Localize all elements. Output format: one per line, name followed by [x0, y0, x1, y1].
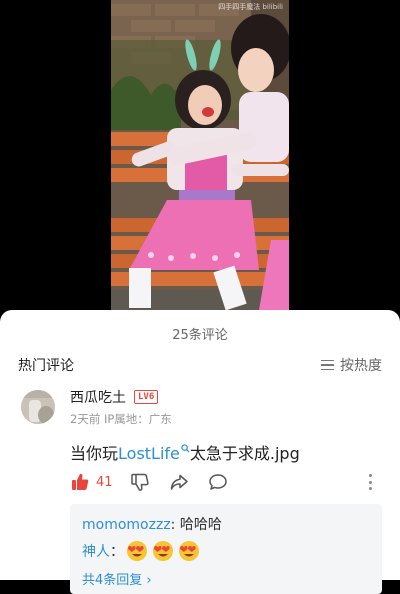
heart-eyes-emoji-icon	[127, 541, 147, 561]
sort-lines-icon	[321, 359, 334, 371]
reply-item: 神人：	[82, 540, 200, 562]
comment-text-prefix: 当你玩	[70, 444, 119, 463]
view-all-replies-link[interactable]: 共4条回复 ›	[82, 569, 152, 588]
more-dot	[368, 474, 372, 477]
like-count: 41	[96, 474, 113, 490]
reply-username[interactable]: momomozzz	[82, 517, 171, 533]
video-frame[interactable]: 四手四手魔法 bilibili	[111, 0, 289, 318]
comment-text-suffix: 太急于求成.jpg	[189, 444, 300, 463]
comment-text: 当你玩LostLife 太急于求成.jpg	[70, 440, 300, 464]
reply-separator: ：	[110, 544, 124, 560]
heart-eyes-emoji-icon	[179, 541, 199, 561]
reply-text: 哈哈哈	[179, 517, 222, 533]
thumbs-up-icon	[72, 473, 89, 490]
video-still	[111, 0, 289, 318]
reply-button[interactable]	[208, 472, 228, 496]
reply-item: momomozzz: 哈哈哈	[82, 514, 222, 534]
comment-meta: 2天前 IP属地：广东	[70, 412, 172, 426]
replies-box[interactable]: momomozzz: 哈哈哈 神人： 共4条回复 ›	[70, 504, 382, 594]
comment-search-link[interactable]: LostLife	[118, 443, 190, 463]
avatar-image	[21, 390, 55, 424]
like-button[interactable]: 41	[70, 472, 113, 492]
video-watermark: 四手四手魔法 bilibili	[218, 3, 283, 11]
share-button[interactable]	[169, 472, 189, 496]
thumbs-down-icon	[131, 473, 149, 491]
reply-username[interactable]: 神人	[82, 541, 110, 561]
more-dot	[368, 487, 372, 490]
dislike-button[interactable]	[130, 472, 150, 496]
sort-by-popularity-button[interactable]: 按热度	[321, 355, 382, 375]
comment-count-title: 25条评论	[172, 328, 228, 343]
comment-bubble-icon	[209, 474, 227, 490]
more-options-button[interactable]	[360, 474, 380, 490]
reply-separator: :	[170, 517, 180, 533]
emoji-row	[126, 540, 200, 562]
more-dot	[368, 480, 372, 484]
search-icon	[181, 443, 190, 453]
hot-comments-heading: 热门评论	[18, 358, 74, 374]
comment-search-link-text: LostLife	[118, 444, 180, 463]
share-icon	[170, 474, 188, 490]
comment-actions: 41	[70, 471, 227, 493]
sort-label: 按热度	[340, 358, 382, 374]
video-player[interactable]: 四手四手魔法 bilibili	[0, 0, 400, 320]
level-badge: LV6	[134, 390, 159, 404]
comment-username[interactable]: 西瓜吃土	[70, 387, 126, 407]
comments-sheet: 25条评论 热门评论 按热度 西瓜吃土 LV6 2天前 IP属地：广东 当你玩L…	[0, 310, 400, 594]
heart-eyes-emoji-icon	[153, 541, 173, 561]
avatar[interactable]	[21, 390, 55, 424]
